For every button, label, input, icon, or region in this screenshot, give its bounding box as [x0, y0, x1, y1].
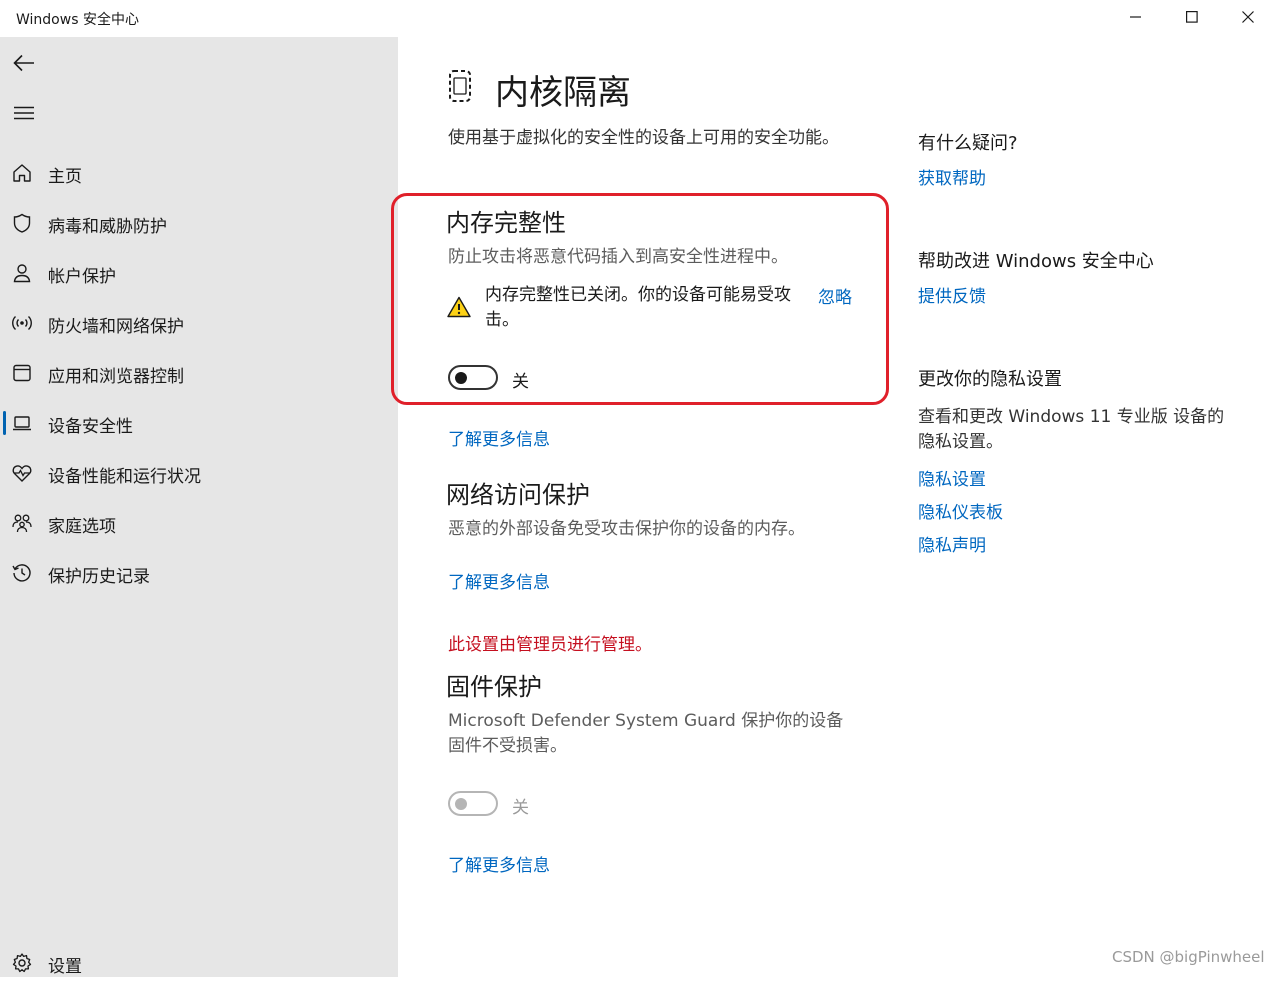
- memory-integrity-toggle[interactable]: [448, 365, 498, 390]
- memory-integrity-toggle-state: 关: [512, 372, 529, 392]
- close-icon: [1242, 11, 1254, 23]
- wifi-broadcast-icon: [12, 315, 32, 331]
- sidebar-item-label: 保护历史记录: [48, 567, 150, 587]
- sidebar-item-app-browser-control[interactable]: 应用和浏览器控制: [0, 352, 398, 392]
- sidebar-item-label: 应用和浏览器控制: [48, 367, 184, 387]
- sidebar-item-label: 帐户保护: [48, 267, 116, 287]
- privacy-statement-link[interactable]: 隐私声明: [918, 531, 986, 556]
- home-icon: [13, 164, 31, 182]
- toggle-knob: [455, 372, 467, 384]
- learn-more-link[interactable]: 了解更多信息: [448, 851, 550, 876]
- memory-integrity-warning: 内存完整性已关闭。你的设备可能易受攻击。: [485, 285, 791, 330]
- sidebar-item-label: 设备性能和运行状况: [48, 467, 201, 487]
- title-bar: Windows 安全中心: [0, 0, 1276, 37]
- hamburger-menu-button[interactable]: [8, 99, 40, 127]
- person-icon: [13, 264, 31, 283]
- privacy-settings-link[interactable]: 隐私设置: [918, 465, 986, 490]
- settings-label: 设置: [48, 957, 82, 977]
- firmware-toggle-state: 关: [512, 798, 529, 818]
- sidebar-item-firewall[interactable]: 防火墙和网络保护: [0, 302, 398, 342]
- active-indicator: [3, 411, 6, 435]
- warning-icon: [447, 296, 471, 318]
- main-content: 内核隔离 使用基于虚拟化的安全性的设备上可用的安全功能。 内存完整性 防止攻击将…: [391, 37, 1276, 977]
- app-window-icon: [13, 364, 31, 382]
- toggle-knob: [455, 798, 467, 810]
- sidebar-item-home[interactable]: 主页: [0, 152, 398, 192]
- back-button[interactable]: [8, 49, 40, 77]
- back-arrow-icon: [13, 54, 34, 72]
- gear-icon: [12, 953, 32, 973]
- close-button[interactable]: [1220, 0, 1276, 34]
- core-isolation-chip-icon: [449, 70, 471, 102]
- firmware-protection-title: 固件保护: [446, 673, 542, 701]
- maximize-button[interactable]: [1164, 0, 1220, 34]
- improve-heading: 帮助改进 Windows 安全中心: [918, 251, 1154, 272]
- privacy-description: 查看和更改 Windows 11 专业版 设备的隐私设置。: [918, 407, 1225, 452]
- sidebar-item-label: 防火墙和网络保护: [48, 317, 184, 337]
- page-description: 使用基于虚拟化的安全性的设备上可用的安全功能。: [448, 128, 839, 148]
- admin-managed-note: 此设置由管理员进行管理。: [448, 635, 652, 655]
- questions-heading: 有什么疑问?: [918, 133, 1018, 154]
- heart-pulse-icon: [12, 465, 32, 482]
- sidebar-item-label: 病毒和威胁防护: [48, 217, 167, 237]
- firmware-protection-description: Microsoft Defender System Guard 保护你的设备固件…: [448, 711, 844, 756]
- minimize-icon: [1130, 16, 1141, 18]
- page-title: 内核隔离: [495, 73, 631, 113]
- sidebar-item-family-options[interactable]: 家庭选项: [0, 502, 398, 542]
- watermark: CSDN @bigPinwheel: [1112, 948, 1265, 966]
- dismiss-link[interactable]: 忽略: [818, 283, 852, 308]
- privacy-dashboard-link[interactable]: 隐私仪表板: [918, 498, 1003, 523]
- memory-integrity-title: 内存完整性: [446, 209, 566, 237]
- sidebar-item-device-performance[interactable]: 设备性能和运行状况: [0, 452, 398, 492]
- get-help-link[interactable]: 获取帮助: [918, 164, 986, 189]
- sidebar-item-label: 家庭选项: [48, 517, 116, 537]
- sidebar-item-account-protection[interactable]: 帐户保护: [0, 252, 398, 292]
- maximize-icon: [1186, 11, 1198, 23]
- shield-icon: [13, 213, 31, 233]
- privacy-heading: 更改你的隐私设置: [918, 369, 1062, 390]
- minimize-button[interactable]: [1108, 0, 1164, 34]
- memory-integrity-description: 防止攻击将恶意代码插入到高安全性进程中。: [448, 247, 788, 267]
- network-access-title: 网络访问保护: [446, 481, 590, 509]
- hamburger-icon: [14, 106, 34, 120]
- history-icon: [12, 564, 31, 582]
- learn-more-link[interactable]: 了解更多信息: [448, 425, 550, 450]
- sidebar-item-label: 设备安全性: [48, 417, 133, 437]
- give-feedback-link[interactable]: 提供反馈: [918, 282, 986, 307]
- sidebar-item-device-security[interactable]: 设备安全性: [0, 402, 398, 442]
- family-icon: [12, 514, 32, 533]
- firmware-protection-toggle[interactable]: [448, 791, 498, 816]
- network-access-description: 恶意的外部设备免受攻击保护你的设备的内存。: [448, 519, 805, 539]
- sidebar-item-settings[interactable]: 设置: [0, 942, 398, 982]
- sidebar-item-virus-protection[interactable]: 病毒和威胁防护: [0, 202, 398, 242]
- window-title: Windows 安全中心: [16, 12, 139, 28]
- sidebar: 主页 病毒和威胁防护 帐户保护 防火墙和网络保护 应用和浏览器控制 设备安全性 …: [0, 37, 398, 977]
- learn-more-link[interactable]: 了解更多信息: [448, 568, 550, 593]
- sidebar-item-label: 主页: [48, 167, 82, 187]
- sidebar-item-protection-history[interactable]: 保护历史记录: [0, 552, 398, 592]
- laptop-icon: [13, 416, 31, 431]
